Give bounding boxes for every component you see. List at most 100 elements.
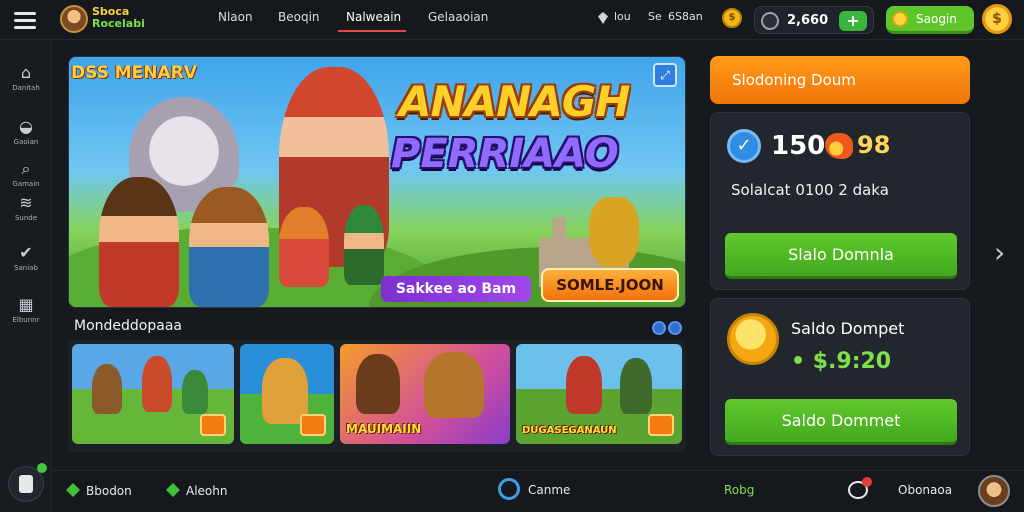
promo-bar[interactable]: Slodoning Doum (710, 56, 970, 104)
game-badge-icon (300, 414, 326, 436)
carousel-next-icon[interactable] (668, 321, 682, 335)
stat-small: lou (614, 10, 631, 23)
carousel-dots (650, 320, 682, 339)
bottom-item-label: Robg (724, 483, 755, 497)
fire-icon (825, 133, 853, 159)
hero-banner[interactable]: DSS MENARV ANANAGH PERRIAAO ⤢ Sakkee ao … (68, 56, 686, 308)
profile-coin-icon[interactable]: $ (982, 4, 1012, 34)
balance-value: 2,660 (787, 13, 829, 28)
sidebar-item-label: Gamain (12, 180, 40, 188)
diamond-icon (166, 483, 180, 497)
diamond-icon (66, 483, 80, 497)
search-icon: ⌕ (21, 159, 31, 178)
wallet-button[interactable]: Saldo Dommet (725, 399, 957, 445)
top-bar: Sboca Rocelabi Nlaon Beoqin Nalweain Gel… (0, 0, 1024, 40)
layers-icon: ≋ (19, 193, 33, 212)
wallet-panel: Saldo Dompet • $.9:20 Saldo Dommet (710, 298, 970, 456)
support-button[interactable] (8, 463, 47, 502)
balance-coin-icon (761, 12, 779, 30)
phone-icon (19, 475, 33, 493)
bottom-item-5[interactable]: Obonaoa (898, 483, 952, 497)
tab-1[interactable]: Nlaon (218, 10, 253, 24)
bonus-panel: ✓ 150 98 Solalcat 0100 2 daka Slalo Domn… (710, 112, 970, 290)
banner-character (589, 197, 639, 267)
sidebar: ⌂ Danitah ◒ Gaoian ⌕ Gamain ≋ Sunde ✔ Sa… (0, 40, 52, 512)
user-avatar[interactable] (978, 475, 1010, 507)
banner-subtitle: PERRIAAO (391, 131, 619, 177)
coin-icon[interactable]: $ (722, 8, 742, 28)
game-figure (566, 356, 602, 414)
game-card[interactable] (240, 344, 334, 444)
bottom-item-label: Obonaoa (898, 483, 953, 497)
game-figure (620, 358, 652, 414)
logo-line-2: Rocelabi (92, 17, 145, 30)
banner-play-button[interactable]: SOMLE.JOON (541, 268, 679, 302)
sidebar-item-label: Danitah (12, 84, 40, 92)
games-row: MAUIMAIIN DUGASEGANAUN (68, 340, 686, 452)
add-balance-button[interactable]: + (839, 11, 867, 31)
bottom-item-4[interactable]: Robg (724, 483, 754, 497)
stat-label: Se (648, 10, 662, 23)
bonus-button[interactable]: Slalo Domnla (725, 233, 957, 279)
game-figure (424, 352, 484, 418)
bottom-item-label: Bbodon (86, 484, 132, 498)
gem-icon (598, 12, 608, 24)
active-tab-underline (338, 30, 406, 32)
bottom-item-1[interactable]: Bbodon (66, 483, 132, 498)
bottom-item-games[interactable]: Canme (498, 478, 570, 500)
sidebar-item-label: Saniab (14, 264, 38, 272)
sidebar-item-search[interactable]: ⌕ Gamain (0, 159, 52, 189)
grid-icon: ▦ (18, 295, 34, 314)
controller-icon: ◒ (19, 117, 33, 136)
bottom-item-label: Canme (528, 483, 571, 497)
game-figure (356, 354, 400, 414)
tab-active[interactable]: Nalweain (346, 10, 401, 24)
sidebar-item-label: Sunde (14, 214, 38, 222)
banner-corner-text: DSS MENARV (71, 63, 197, 83)
menu-icon[interactable] (14, 12, 36, 29)
home-icon: ⌂ (20, 63, 32, 82)
game-card[interactable]: MAUIMAIIN (340, 344, 510, 444)
tab-2[interactable]: Beoqin (278, 10, 320, 24)
sidebar-item-games[interactable]: ◒ Gaoian (0, 117, 52, 147)
bonus-suffix: 98 (857, 131, 891, 159)
deposit-label: Saogin (916, 12, 957, 26)
banner-character (279, 207, 329, 287)
game-figure (142, 356, 172, 412)
stat-value: 6S8an (668, 10, 703, 23)
wallet-coin-icon (727, 313, 779, 365)
chevron-right-icon[interactable]: › (994, 238, 1008, 268)
sidebar-item-label: Gaoian (13, 138, 39, 146)
game-badge-icon (648, 414, 674, 436)
sidebar-item-label: Elbunnr (12, 316, 40, 324)
banner-character (99, 177, 179, 307)
bottom-bar: Bbodon Aleohn Canme Robg Obonaoa (52, 470, 1024, 512)
promo-label: Slodoning Doum (732, 71, 856, 89)
logo-avatar[interactable] (60, 5, 88, 33)
game-badge-icon (200, 414, 226, 436)
online-indicator (37, 463, 47, 473)
games-section-title: Mondeddopaaa (74, 318, 182, 334)
banner-character (189, 187, 269, 307)
check-icon: ✓ (727, 129, 761, 163)
notification-dot (862, 477, 872, 487)
banner-title: ANANAGH (399, 77, 630, 126)
sidebar-item-layers[interactable]: ≋ Sunde (0, 193, 52, 223)
badge-icon: ✔ (19, 243, 33, 262)
logo[interactable]: Sboca Rocelabi (92, 6, 145, 30)
ring-icon (498, 478, 520, 500)
deposit-button[interactable]: Saogin (886, 6, 974, 34)
banner-purple-button[interactable]: Sakkee ao Bam (381, 276, 531, 302)
carousel-prev-icon[interactable] (652, 321, 666, 335)
game-card-label: MAUIMAIIN (346, 422, 422, 436)
game-card[interactable]: DUGASEGANAUN (516, 344, 682, 444)
bottom-item-2[interactable]: Aleohn (166, 483, 227, 498)
sidebar-item-badge[interactable]: ✔ Saniab (0, 243, 52, 273)
wallet-value: • $.9:20 (791, 349, 892, 374)
sidebar-item-home[interactable]: ⌂ Danitah (0, 63, 52, 93)
expand-icon[interactable]: ⤢ (653, 63, 677, 87)
banner-character (344, 205, 384, 285)
sidebar-item-grid[interactable]: ▦ Elbunnr (0, 295, 52, 325)
tab-4[interactable]: Gelaaoian (428, 10, 488, 24)
game-card[interactable] (72, 344, 234, 444)
